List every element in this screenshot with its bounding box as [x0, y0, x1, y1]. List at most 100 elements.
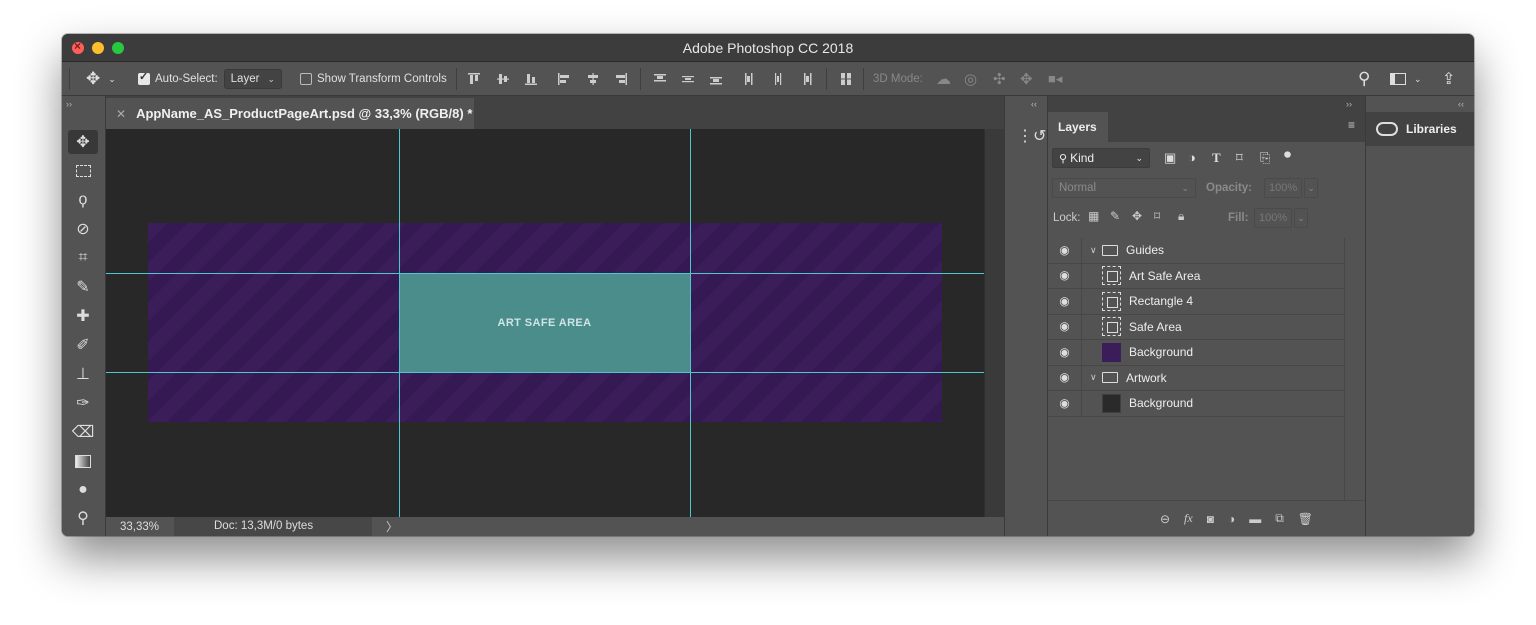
gradient-tool-icon[interactable] — [68, 449, 98, 473]
layer-background-dark[interactable]: ◉ Background — [1048, 390, 1344, 417]
add-mask-icon[interactable]: ◙ — [1207, 512, 1214, 526]
auto-select-toggle[interactable]: Auto-Select: Layer ⌄ — [138, 62, 282, 96]
new-group-icon[interactable]: ▬ — [1249, 512, 1261, 526]
canvas-vertical-scrollbar[interactable] — [984, 129, 1004, 517]
visibility-eye-icon[interactable]: ◉ — [1048, 390, 1082, 416]
collapse-panel-icon[interactable]: ›› — [66, 99, 72, 109]
new-adjustment-layer-icon[interactable]: ◑ — [1228, 512, 1235, 526]
marquee-tool-icon[interactable] — [68, 159, 98, 183]
align-horizontal-centers-icon[interactable] — [587, 73, 599, 85]
layer-rectangle-4[interactable]: ◉ Rectangle 4 — [1048, 288, 1344, 315]
filter-toggle-icon[interactable]: ⏺ — [1284, 146, 1291, 163]
visibility-eye-icon[interactable]: ◉ — [1048, 314, 1082, 340]
layer-filter-kind-dropdown[interactable]: ⚲ Kind ⌄ — [1052, 148, 1150, 168]
auto-select-checkbox[interactable] — [138, 70, 150, 85]
layer-group-artwork[interactable]: ◉ ∨ Artwork — [1048, 365, 1344, 391]
workspace-switcher[interactable]: ⌄ — [1390, 62, 1422, 96]
show-transform-checkbox[interactable] — [300, 73, 312, 85]
filter-pixel-layers-icon[interactable]: ▣ — [1164, 150, 1176, 166]
document-tab[interactable]: ✕ AppName_AS_ProductPageArt.psd @ 33,3% … — [106, 98, 474, 129]
visibility-eye-icon[interactable]: ◉ — [1048, 288, 1082, 314]
fill-chevron-icon[interactable]: ⌄ — [1294, 208, 1308, 228]
canvas-area[interactable]: ART SAFE AREA — [106, 129, 984, 517]
layer-group-guides[interactable]: ◉ ∨ Guides — [1048, 237, 1344, 264]
lock-artboard-icon[interactable]: ⌑ — [1154, 209, 1160, 223]
filter-smart-objects-icon[interactable]: ⎘ — [1260, 150, 1270, 166]
link-layers-icon[interactable]: ⊖ — [1160, 512, 1170, 526]
tool-preset-picker[interactable]: ✥ ⌄ — [86, 62, 116, 96]
libraries-tab[interactable]: Libraries — [1366, 112, 1474, 146]
auto-select-target-dropdown[interactable]: Layer ⌄ — [223, 69, 282, 89]
visibility-eye-icon[interactable]: ◉ — [1048, 263, 1082, 289]
history-panel-icon[interactable]: ⋮↺ — [1017, 126, 1046, 146]
align-top-edges-icon[interactable] — [468, 73, 480, 85]
status-menu-arrow[interactable]: 〉 — [386, 518, 398, 535]
history-brush-tool-icon[interactable]: ✑ — [68, 391, 98, 415]
delete-layer-icon[interactable]: 🗑︎ — [1298, 512, 1313, 526]
filter-adjustment-layers-icon[interactable]: ◑ — [1188, 150, 1196, 165]
art-safe-area[interactable]: ART SAFE AREA — [399, 273, 690, 372]
close-document-icon[interactable]: ✕ — [116, 107, 126, 121]
new-layer-icon[interactable]: ⧉ — [1275, 511, 1284, 526]
layer-art-safe-area[interactable]: ◉ Art Safe Area — [1048, 263, 1344, 289]
zoom-level[interactable]: 33,33% — [106, 521, 174, 533]
distribute-top-edges-icon[interactable] — [654, 73, 666, 85]
dodge-tool-icon[interactable]: ⚲ — [68, 506, 98, 530]
distribute-left-edges-icon[interactable] — [744, 73, 756, 85]
panel-menu-icon[interactable]: ≡ — [1348, 118, 1355, 132]
guide-horizontal[interactable] — [106, 273, 984, 274]
3d-scale-icon[interactable]: ■◂ — [1048, 62, 1062, 96]
3d-drag-icon[interactable]: ✣ — [993, 62, 1006, 96]
crop-tool-icon[interactable]: ⌗ — [68, 246, 98, 270]
move-tool-icon[interactable]: ✥ — [68, 130, 98, 154]
collapse-panel-icon[interactable]: ›› — [1346, 99, 1352, 109]
show-transform-toggle[interactable]: Show Transform Controls — [300, 62, 447, 96]
guide-vertical[interactable] — [690, 129, 691, 517]
layer-style-fx-icon[interactable]: fx — [1184, 511, 1193, 526]
expand-panels-icon[interactable]: ‹‹ — [1031, 99, 1037, 109]
visibility-eye-icon[interactable]: ◉ — [1048, 365, 1082, 391]
opacity-chevron-icon[interactable]: ⌄ — [1304, 178, 1318, 198]
visibility-eye-icon[interactable]: ◉ — [1048, 339, 1082, 365]
lock-position-icon[interactable]: ✥ — [1132, 209, 1142, 223]
clone-stamp-tool-icon[interactable]: ⊥ — [68, 362, 98, 386]
align-left-edges-icon[interactable] — [558, 73, 570, 85]
lasso-tool-icon[interactable]: ϙ — [68, 188, 98, 212]
3d-orbit-icon[interactable]: ☁ — [936, 62, 951, 96]
align-right-edges-icon[interactable] — [615, 73, 627, 85]
distribute-horizontal-centers-icon[interactable] — [772, 73, 784, 85]
visibility-eye-icon[interactable]: ◉ — [1048, 237, 1082, 263]
chevron-down-icon[interactable]: ∨ — [1090, 372, 1100, 383]
quick-selection-tool-icon[interactable]: ⊘ — [68, 217, 98, 241]
lock-transparent-pixels-icon[interactable]: ▦ — [1088, 209, 1099, 223]
blur-tool-icon[interactable]: ● — [68, 478, 98, 502]
chevron-down-icon[interactable]: ∨ — [1090, 245, 1100, 256]
eyedropper-tool-icon[interactable]: ✎ — [68, 275, 98, 299]
fill-field[interactable]: 100% — [1254, 208, 1292, 228]
distribute-right-edges-icon[interactable] — [800, 73, 812, 85]
layer-background-purple[interactable]: ◉ Background — [1048, 339, 1344, 366]
distribute-vertical-centers-icon[interactable] — [682, 73, 694, 85]
distribute-bottom-edges-icon[interactable] — [710, 73, 722, 85]
auto-align-layers-icon[interactable] — [840, 73, 852, 85]
filter-type-layers-icon[interactable]: T — [1212, 150, 1221, 166]
align-bottom-edges-icon[interactable] — [525, 73, 537, 85]
guide-vertical[interactable] — [399, 129, 400, 517]
align-vertical-centers-icon[interactable] — [497, 73, 509, 85]
layer-safe-area[interactable]: ◉ Safe Area — [1048, 314, 1344, 340]
brush-tool-icon[interactable]: ✐ — [68, 333, 98, 357]
3d-slide-icon[interactable]: ✥ — [1020, 62, 1033, 96]
guide-horizontal[interactable] — [106, 372, 984, 373]
lock-image-pixels-icon[interactable]: ✎ — [1110, 209, 1120, 223]
collapse-panel-icon[interactable]: ‹‹ — [1458, 99, 1464, 109]
eraser-tool-icon[interactable]: ⌫ — [68, 420, 98, 444]
search-icon[interactable]: ⚲ — [1358, 62, 1370, 96]
lock-all-icon[interactable]: 🔒︎ — [1178, 209, 1184, 224]
healing-brush-tool-icon[interactable]: ✚ — [68, 304, 98, 328]
opacity-field[interactable]: 100% — [1264, 178, 1302, 198]
blend-mode-dropdown[interactable]: Normal ⌄ — [1052, 178, 1196, 198]
layers-tab[interactable]: Layers — [1048, 112, 1108, 142]
layers-scrollbar[interactable] — [1344, 238, 1365, 500]
share-icon[interactable]: ⇪ — [1442, 62, 1455, 96]
3d-roll-icon[interactable]: ◎ — [964, 62, 977, 96]
